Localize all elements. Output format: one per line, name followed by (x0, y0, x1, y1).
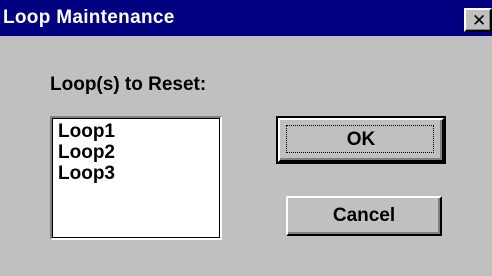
window-title: Loop Maintenance (3, 7, 175, 28)
close-button[interactable]: ✕ (464, 8, 492, 32)
loop-maintenance-dialog: Loop Maintenance ✕ Loop(s) to Reset: Loo… (0, 0, 492, 276)
ok-button[interactable]: OK (276, 116, 446, 164)
cancel-button-label: Cancel (332, 205, 396, 226)
title-bar[interactable]: Loop Maintenance ✕ (0, 0, 492, 36)
list-item-loop2[interactable]: Loop2 (58, 142, 115, 163)
cancel-button[interactable]: Cancel (286, 196, 442, 236)
ok-button-label: OK (346, 129, 376, 150)
list-item-loop1[interactable]: Loop1 (58, 121, 115, 142)
loop-listbox[interactable]: Loop1 Loop2 Loop3 (50, 116, 222, 240)
close-icon: ✕ (472, 11, 487, 30)
loops-to-reset-label: Loop(s) to Reset: (50, 74, 207, 95)
list-item-loop3[interactable]: Loop3 (58, 163, 115, 184)
